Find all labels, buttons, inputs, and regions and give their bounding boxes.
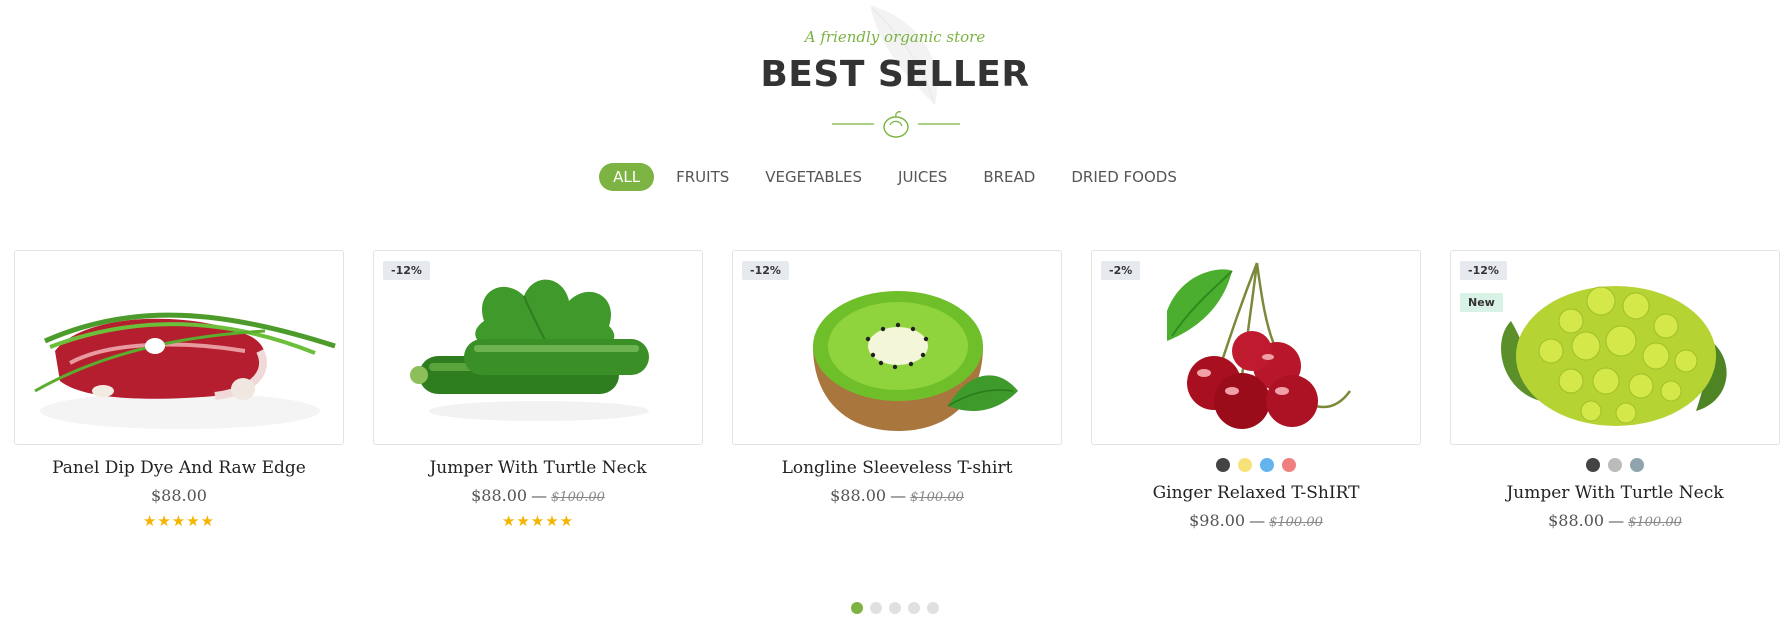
product-card[interactable]: -12% Jumper With Turtle Neck $88.00— $100… bbox=[373, 250, 703, 530]
product-name[interactable]: Panel Dip Dye And Raw Edge bbox=[14, 458, 344, 478]
kiwi-image bbox=[813, 291, 1018, 431]
romanesco-image bbox=[1501, 286, 1727, 426]
zucchini-image bbox=[410, 279, 649, 421]
tab-dried-foods[interactable]: DRIED FOODS bbox=[1057, 163, 1191, 191]
pagination-dot[interactable] bbox=[870, 602, 882, 614]
beef-steak-image bbox=[34, 312, 336, 429]
star-rating: ★★★★★ bbox=[501, 513, 575, 530]
star-rating: ★★★★★ bbox=[142, 513, 216, 530]
section-header: A friendly organic store BEST SELLER bbox=[0, 0, 1790, 160]
color-swatch-gray[interactable] bbox=[1608, 458, 1622, 472]
pagination-dot[interactable] bbox=[851, 602, 863, 614]
category-tabs: ALL FRUITS VEGETABLES JUICES BREAD DRIED… bbox=[0, 163, 1790, 191]
price-separator: — bbox=[1249, 511, 1266, 530]
price-separator: — bbox=[1608, 511, 1625, 530]
product-card[interactable]: -12% New Jumper With Turtle Neck $88.00 … bbox=[1450, 250, 1780, 530]
product-image-frame[interactable]: -12% bbox=[732, 250, 1062, 445]
product-card[interactable]: -12% Longline Sleeveless T-shirt $88.00—… bbox=[732, 250, 1062, 505]
pagination-dot[interactable] bbox=[908, 602, 920, 614]
price-separator: — bbox=[531, 486, 548, 505]
product-name[interactable]: Ginger Relaxed T-ShIRT bbox=[1091, 483, 1421, 503]
color-swatches bbox=[1091, 458, 1421, 474]
product-price: $98.00 bbox=[1189, 511, 1246, 530]
product-carousel: Panel Dip Dye And Raw Edge $88.00 ★★★★★ … bbox=[14, 250, 1790, 550]
tab-bread[interactable]: BREAD bbox=[969, 163, 1049, 191]
product-price-row: $88.00— $100.00 bbox=[732, 486, 1062, 505]
product-price: $88.00 bbox=[471, 486, 528, 505]
color-swatches bbox=[1450, 458, 1780, 474]
color-swatch-slate[interactable] bbox=[1630, 458, 1644, 472]
product-price: $88.00 bbox=[830, 486, 887, 505]
tab-all[interactable]: ALL bbox=[599, 163, 655, 191]
cherries-image bbox=[1167, 262, 1352, 429]
pagination-dot[interactable] bbox=[889, 602, 901, 614]
tab-vegetables[interactable]: VEGETABLES bbox=[751, 163, 876, 191]
tab-fruits[interactable]: FRUITS bbox=[662, 163, 743, 191]
product-price-row: $98.00— $100.00 bbox=[1091, 511, 1421, 530]
product-name[interactable]: Jumper With Turtle Neck bbox=[373, 458, 703, 478]
product-old-price: $100.00 bbox=[1628, 515, 1682, 530]
color-swatch-dark[interactable] bbox=[1216, 458, 1230, 472]
color-swatch-yellow[interactable] bbox=[1238, 458, 1252, 472]
section-title: BEST SELLER bbox=[760, 54, 1030, 95]
pagination-dot[interactable] bbox=[927, 602, 939, 614]
product-price: $88.00 bbox=[1548, 511, 1605, 530]
product-old-price: $100.00 bbox=[551, 490, 605, 505]
product-price-row: $88.00 bbox=[14, 486, 344, 505]
color-swatch-blue[interactable] bbox=[1260, 458, 1274, 472]
color-swatch-dark[interactable] bbox=[1586, 458, 1600, 472]
product-old-price: $100.00 bbox=[1269, 515, 1323, 530]
product-image-frame[interactable]: -12% bbox=[373, 250, 703, 445]
product-image-frame[interactable]: -2% bbox=[1091, 250, 1421, 445]
product-card[interactable]: -2% Ginger Relaxed T-ShIRT $98.00 — $100… bbox=[1091, 250, 1421, 530]
vegetable-divider-icon bbox=[832, 111, 960, 138]
product-price-row: $88.00— $100.00 bbox=[1450, 511, 1780, 530]
product-image-frame[interactable]: -12% New bbox=[1450, 250, 1780, 445]
tab-juices[interactable]: JUICES bbox=[884, 163, 961, 191]
color-swatch-red[interactable] bbox=[1282, 458, 1296, 472]
section-subtitle: A friendly organic store bbox=[804, 28, 986, 46]
product-name[interactable]: Longline Sleeveless T-shirt bbox=[732, 458, 1062, 478]
carousel-pagination bbox=[0, 602, 1790, 614]
product-image-frame[interactable] bbox=[14, 250, 344, 445]
product-price: $88.00 bbox=[151, 486, 207, 505]
product-card[interactable]: Panel Dip Dye And Raw Edge $88.00 ★★★★★ bbox=[14, 250, 344, 530]
product-price-row: $88.00— $100.00 bbox=[373, 486, 703, 505]
product-name[interactable]: Jumper With Turtle Neck bbox=[1450, 483, 1780, 503]
product-old-price: $100.00 bbox=[910, 490, 964, 505]
price-separator: — bbox=[890, 486, 907, 505]
